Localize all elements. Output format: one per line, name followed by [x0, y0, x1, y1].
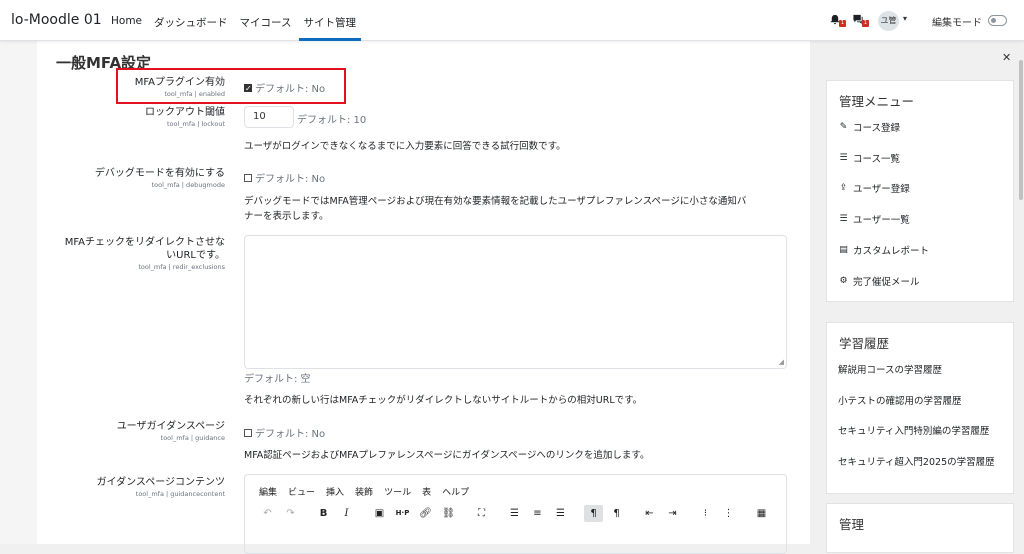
guidance-description: MFA認証ページおよびMFAプレファレンスページにガイダンスページへのリンクを追…	[244, 450, 650, 461]
setting-label-redir: MFAチェックをリダイレクトさせな いURLです。 tool_mfa | red…	[64, 237, 225, 271]
user-avatar[interactable]: ユ管	[878, 11, 899, 31]
left-gutter	[0, 41, 37, 544]
bullet-list-icon[interactable]: ⁝	[696, 505, 715, 522]
upload-icon: ⇪	[839, 183, 848, 193]
menu-table[interactable]: 表	[422, 485, 431, 498]
numbered-list-icon[interactable]: ⋮	[719, 505, 738, 522]
h5p-icon[interactable]: H·P	[393, 505, 412, 522]
close-icon[interactable]: ✕	[1002, 51, 1011, 64]
unlink-icon[interactable]: ⛓︎	[439, 505, 458, 522]
italic-icon[interactable]: I	[337, 505, 356, 522]
admin-menu-item-course-register[interactable]: ✎ コース登録	[838, 120, 900, 134]
chevron-down-icon[interactable]: ▾	[903, 14, 907, 23]
nav-dashboard[interactable]: ダッシュボード	[149, 0, 233, 41]
list-icon: ☰	[839, 153, 848, 163]
menu-tools[interactable]: ツール	[384, 485, 411, 498]
debugmode-checkbox[interactable]: デフォルト: No	[244, 170, 325, 185]
align-left-icon[interactable]: ☰	[505, 505, 524, 522]
outdent-icon[interactable]: ⇤	[640, 505, 659, 522]
messages-badge: 1	[862, 20, 869, 27]
align-center-icon[interactable]: ≡	[528, 505, 547, 522]
lockout-input[interactable]: 10	[244, 106, 294, 128]
menu-view[interactable]: ビュー	[288, 485, 315, 498]
nav-home[interactable]: Home	[106, 0, 147, 41]
admin-title: 管理	[839, 517, 865, 532]
gear-icon: ⚙	[839, 276, 848, 286]
redo-icon[interactable]: ↷	[281, 505, 300, 522]
notification-badge: 1	[839, 20, 846, 27]
list-icon: ☰	[839, 214, 848, 224]
ltr-icon[interactable]: ¶	[584, 505, 603, 522]
menu-insert[interactable]: 挿入	[326, 485, 344, 498]
link-icon[interactable]: 🔗︎	[416, 505, 435, 522]
rtl-icon[interactable]: ¶	[607, 505, 626, 522]
guidance-editor: 編集 ビュー 挿入 装飾 ツール 表 ヘルプ ↶ ↷ B I ▣ H·P 🔗︎ …	[244, 474, 787, 554]
setting-label-debugmode: デバッグモードを有効にする tool_mfa | debugmode	[94, 168, 225, 189]
debugmode-description: デバッグモードではMFA管理ページおよび現在有効な要素情報を記載したユーザプレフ…	[244, 196, 747, 222]
bold-icon[interactable]: B	[314, 505, 333, 522]
admin-menu-item-user-register[interactable]: ⇪ ユーザー登録	[838, 181, 910, 195]
lockout-description: ユーザがログインできなくなるまでに入力要素に回答できる試行回数です。	[244, 141, 566, 152]
file-icon: ▤	[839, 245, 848, 255]
enabled-checkbox[interactable]: ✓ デフォルト: No	[244, 80, 325, 95]
media-icon[interactable]: ▣	[370, 505, 389, 522]
checkbox-icon	[244, 173, 252, 182]
checkbox-checked-icon: ✓	[244, 83, 252, 93]
edit-mode-toggle[interactable]	[988, 15, 1007, 26]
primary-nav: Home ダッシュボード マイコース サイト管理	[106, 0, 363, 41]
setting-label-enabled: MFAプラグイン有効 tool_mfa | enabled	[134, 77, 225, 98]
history-item[interactable]: セキュリティ入門特別編の学習履歴	[838, 423, 989, 437]
lockout-default: デフォルト: 10	[297, 115, 367, 126]
editor-menubar: 編集 ビュー 挿入 装飾 ツール 表 ヘルプ	[259, 485, 469, 498]
setting-label-guidance: ユーザガイダンスページ tool_mfa | guidance	[116, 421, 225, 442]
debugmode-default: デフォルト: No	[255, 174, 326, 185]
edit-mode-label: 編集モード	[932, 18, 982, 29]
admin-menu-item-course-list[interactable]: ☰ コース一覧	[838, 151, 900, 165]
admin-menu-item-user-list[interactable]: ☰ ユーザー一覧	[838, 212, 909, 226]
admin-menu-item-custom-report[interactable]: ▤ カスタムレポート	[838, 243, 929, 257]
scrollbar-thumb[interactable]	[1019, 60, 1023, 200]
history-item[interactable]: 解説用コースの学習履歴	[838, 362, 942, 376]
history-item[interactable]: セキュリティ超入門2025の学習履歴	[838, 454, 995, 468]
checkbox-icon	[244, 428, 252, 437]
align-right-icon[interactable]: ☰	[551, 505, 570, 522]
guidance-checkbox[interactable]: デフォルト: No	[244, 425, 325, 440]
setting-label-guidancecontent: ガイダンスページコンテンツ tool_mfa | guidancecontent	[96, 477, 226, 498]
admin-block: 管理	[826, 503, 1014, 553]
nav-my-courses[interactable]: マイコース	[235, 0, 297, 41]
edit-icon: ✎	[839, 122, 848, 132]
enabled-default: デフォルト: No	[255, 84, 326, 95]
site-brand[interactable]: lo-Moodle 01	[11, 12, 102, 28]
top-navbar: lo-Moodle 01 Home ダッシュボード マイコース サイト管理 1 …	[0, 0, 1024, 41]
nav-site-admin[interactable]: サイト管理	[298, 0, 361, 41]
fullscreen-icon[interactable]: ⛶	[472, 505, 491, 522]
history-item[interactable]: 小テストの確認用の学習履歴	[838, 393, 962, 407]
redir-exclusions-textarea[interactable]: ◢	[244, 235, 787, 369]
main-content: 一般MFA設定 MFAプラグイン有効 tool_mfa | enabled ✓ …	[37, 41, 810, 554]
history-title: 学習履歴	[839, 336, 890, 351]
admin-menu-item-reminder-mail[interactable]: ⚙ 完了催促メール	[838, 274, 919, 288]
menu-format[interactable]: 装飾	[355, 485, 373, 498]
admin-menu-title: 管理メニュー	[839, 94, 915, 109]
admin-menu-block: 管理メニュー ✎ コース登録 ☰ コース一覧 ⇪ ユーザー登録 ☰ ユーザー一覧 ▤ カス…	[826, 80, 1014, 302]
redir-description: それぞれの新しい行はMFAチェックがリダイレクトしないサイトルートからの相対UR…	[244, 395, 643, 406]
indent-icon[interactable]: ⇥	[663, 505, 682, 522]
undo-icon[interactable]: ↶	[258, 505, 277, 522]
guidance-default: デフォルト: No	[255, 429, 326, 440]
editor-toolbar: ↶ ↷ B I ▣ H·P 🔗︎ ⛓︎ ⛶ ☰ ≡ ☰ ¶ ¶ ⇤ ⇥ ⁝ ⋮	[258, 505, 771, 522]
setting-label-lockout: ロックアウト閾値 tool_mfa | lockout	[145, 107, 225, 128]
menu-help[interactable]: ヘルプ	[442, 485, 469, 498]
table-icon[interactable]: ▦	[752, 505, 771, 522]
redir-default: デフォルト: 空	[244, 374, 311, 385]
resize-grip-icon[interactable]: ◢	[779, 358, 784, 366]
history-block: 学習履歴 解説用コースの学習履歴 小テストの確認用の学習履歴 セキュリティ入門特…	[826, 322, 1014, 494]
menu-edit[interactable]: 編集	[259, 485, 277, 498]
